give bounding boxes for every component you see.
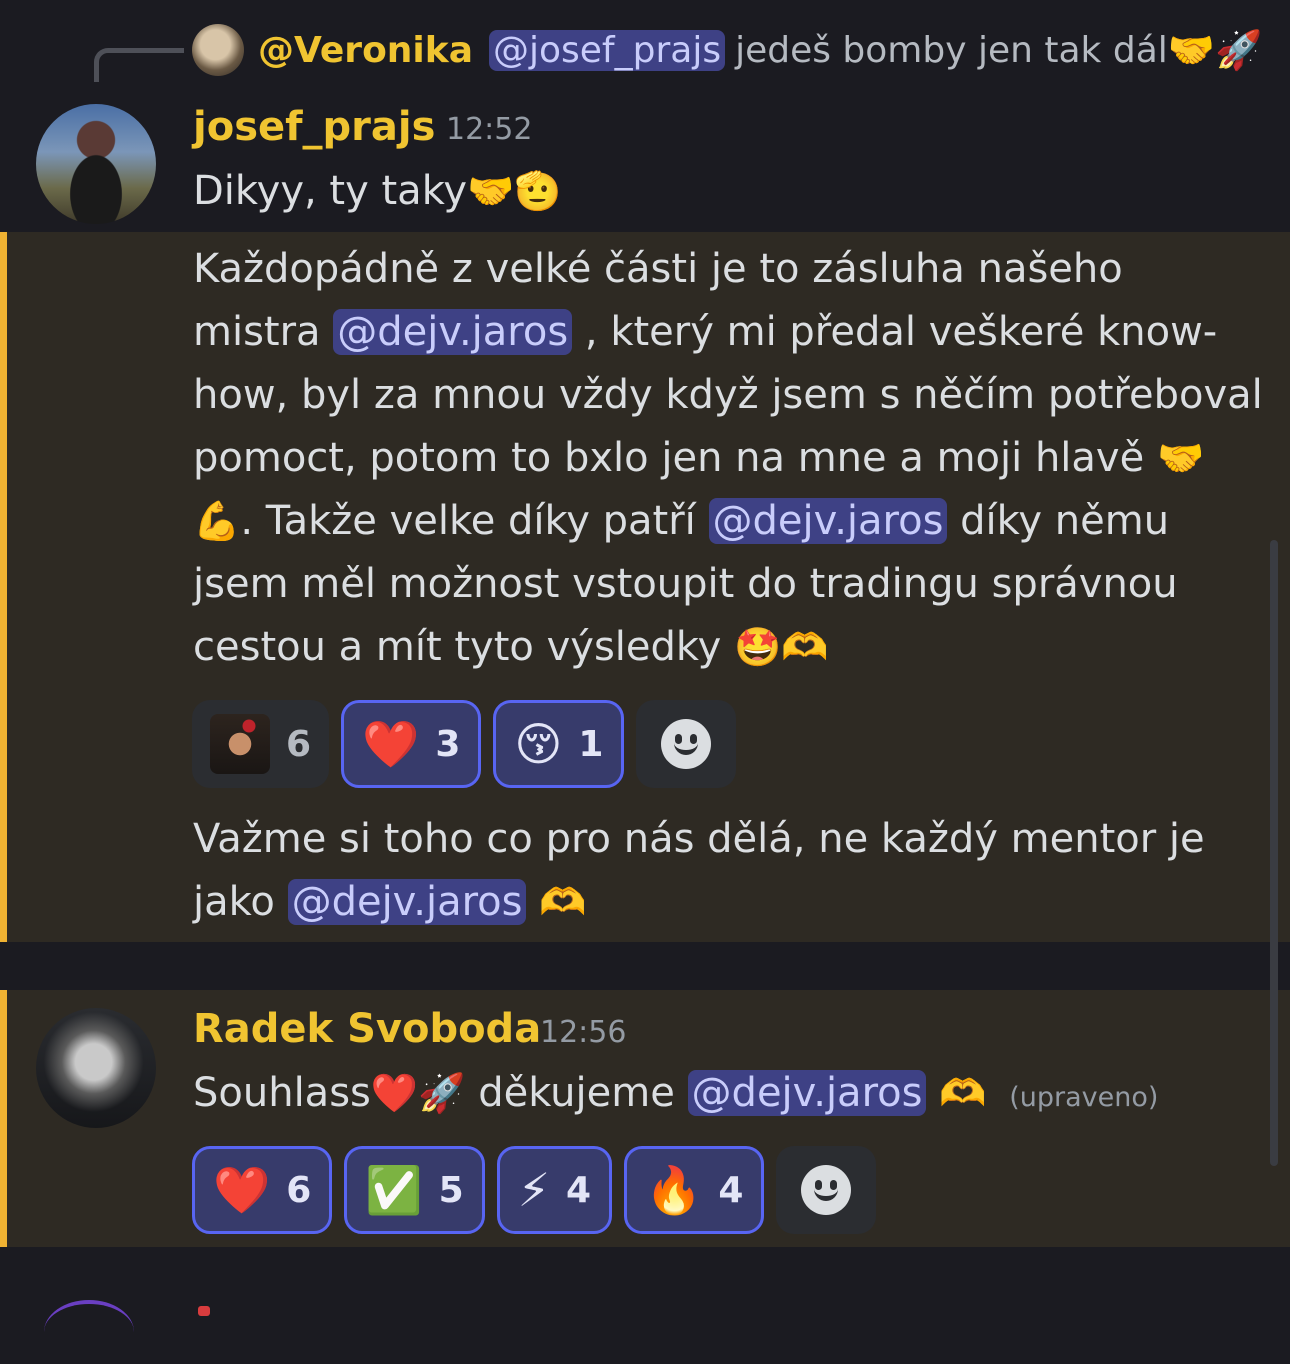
reaction-count: 4	[566, 1169, 592, 1211]
message-text-part: cestou a mít tyto výsledky	[193, 624, 722, 670]
smile-icon	[661, 719, 712, 769]
reaction-lightning[interactable]: ⚡ 4	[496, 1146, 613, 1234]
reaction-kissing[interactable]: 😚 1	[493, 700, 625, 788]
next-avatar[interactable]	[44, 1300, 134, 1364]
message-line: Važme si toho co pro nás dělá, ne každý …	[193, 808, 1205, 871]
username-josef[interactable]: josef_prajs	[193, 104, 435, 150]
message-line: jsem měl možnost vstoupit do tradingu sp…	[193, 553, 1178, 616]
mention-dejv-jaros[interactable]: @dejv.jaros	[333, 309, 573, 355]
avatar-josef[interactable]	[36, 104, 156, 224]
reply-text: jedeš bomby jen tak dál	[735, 29, 1168, 71]
message-emojis: 🤩🫶	[734, 625, 829, 669]
message-text-part: pomoct, potom to bxlo jen na mne a moji …	[193, 435, 1145, 481]
message-emojis: 🤝🫡	[467, 169, 562, 213]
add-reaction-button[interactable]	[636, 700, 737, 788]
message-line: jako @dejv.jaros 🫶	[193, 871, 587, 934]
heart-hands-emoji: 🫶	[539, 880, 587, 924]
reply-author-avatar[interactable]	[192, 24, 244, 76]
reaction-heart[interactable]: ❤️ 6	[192, 1146, 333, 1234]
reaction-fire[interactable]: 🔥 4	[624, 1146, 765, 1234]
message-text-part: how, byl za mnou vždy když jsem s něčím …	[193, 372, 1263, 418]
timestamp-radek: 12:56	[540, 1015, 627, 1050]
check-mark-icon: ✅	[365, 1162, 423, 1217]
reaction-count: 6	[286, 1169, 312, 1211]
reaction-count: 3	[435, 723, 461, 765]
reaction-check[interactable]: ✅ 5	[344, 1146, 485, 1234]
message-text-part: , který mi předal veškeré know-	[584, 309, 1218, 355]
message-text-part: jako	[193, 879, 275, 925]
message-text-part: díky němu	[960, 498, 1170, 544]
message-text-part: jsem měl možnost vstoupit do tradingu sp…	[193, 561, 1178, 607]
mention-dejv-jaros[interactable]: @dejv.jaros	[687, 1070, 927, 1116]
message-line: pomoct, potom to bxlo jen na mne a moji …	[193, 427, 1204, 490]
reactions-bar: 6 ❤️ 3 😚 1	[192, 700, 737, 788]
message-emojis: ❤️🚀	[370, 1071, 466, 1115]
timestamp-josef: 12:52	[446, 112, 533, 147]
message-text-part: děkujeme	[478, 1070, 675, 1116]
kissing-face-icon: 😚	[514, 717, 563, 771]
message-text-part: . Takže velke díky patří	[240, 498, 696, 544]
message-line: 💪. Takže velke díky patří @dejv.jaros dí…	[193, 490, 1169, 553]
reaction-custom[interactable]: 6	[192, 700, 330, 788]
smile-icon	[801, 1165, 852, 1215]
message-text: Souhlass❤️🚀 děkujeme @dejv.jaros 🫶 (upra…	[193, 1062, 1158, 1129]
heart-icon: ❤️	[213, 1162, 271, 1217]
message-line: how, byl za mnou vždy když jsem s něčím …	[193, 364, 1263, 427]
message-text-part: Dikyy, ty taky	[193, 168, 468, 214]
message-line: Každopádně z velké části je to zásluha n…	[193, 238, 1123, 301]
handshake-emoji: 🤝	[1156, 436, 1205, 480]
edited-label: (upraveno)	[1009, 1082, 1159, 1113]
flexed-biceps-emoji: 💪	[193, 499, 241, 543]
lightning-icon: ⚡	[517, 1163, 550, 1217]
avatar-radek[interactable]	[36, 1008, 156, 1128]
mention-dejv-jaros[interactable]: @dejv.jaros	[287, 879, 527, 925]
message-text-part: Souhlass	[193, 1070, 371, 1116]
heart-icon: ❤️	[362, 716, 420, 771]
add-reaction-button[interactable]	[776, 1146, 877, 1234]
mention-dejv-jaros[interactable]: @dejv.jaros	[708, 498, 948, 544]
message-text-part: mistra	[193, 309, 321, 355]
message-text-part: Každopádně z velké části je to zásluha n…	[193, 246, 1123, 292]
custom-emoji-icon	[210, 714, 270, 774]
username-radek[interactable]: Radek Svoboda	[193, 1006, 541, 1052]
heart-hands-emoji: 🫶	[939, 1071, 987, 1115]
reply-connector	[94, 48, 184, 82]
reply-emojis: 🤝🚀	[1167, 27, 1263, 72]
scrollbar-thumb[interactable]	[1270, 540, 1278, 1166]
message-line: mistra @dejv.jaros , který mi předal veš…	[193, 301, 1217, 364]
message-text: Dikyy, ty taky🤝🫡	[193, 160, 562, 223]
next-username-fragment	[198, 1306, 210, 1316]
reaction-count: 4	[718, 1169, 744, 1211]
reaction-count: 6	[286, 723, 312, 765]
reactions-bar: ❤️ 6 ✅ 5 ⚡ 4 🔥 4	[192, 1146, 877, 1234]
reaction-heart[interactable]: ❤️ 3	[341, 700, 482, 788]
message-text-part: Važme si toho co pro nás dělá, ne každý …	[193, 816, 1205, 862]
reply-author-name[interactable]: @Veronika	[258, 30, 473, 71]
reply-preview[interactable]: @Veronika @josef_prajs jedeš bomby jen t…	[192, 22, 1262, 78]
reaction-count: 5	[438, 1169, 464, 1211]
reply-mention[interactable]: @josef_prajs	[489, 29, 726, 71]
message-line: cestou a mít tyto výsledky 🤩🫶	[193, 616, 829, 679]
reaction-count: 1	[578, 723, 604, 765]
fire-icon: 🔥	[645, 1162, 703, 1217]
